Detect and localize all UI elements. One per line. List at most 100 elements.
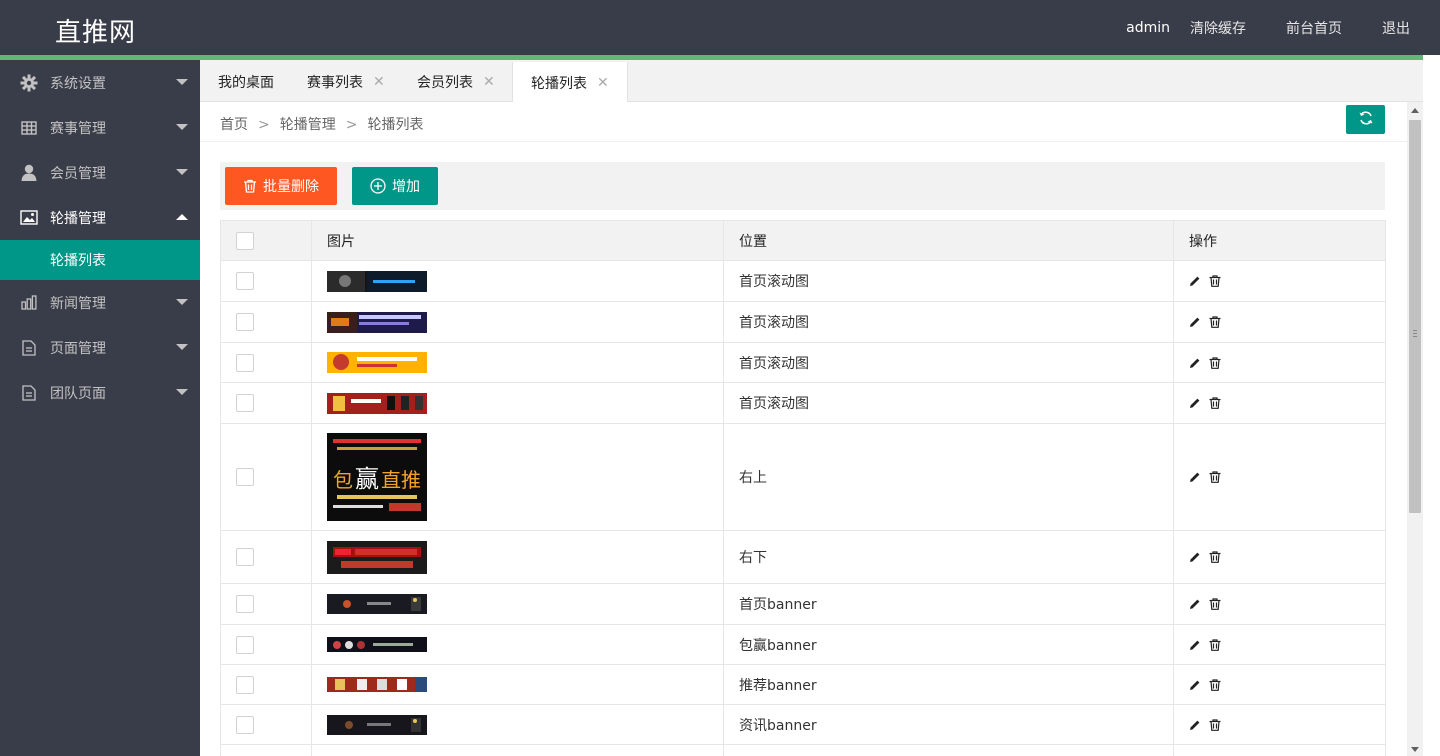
table-row[interactable]: 资讯banner [220,704,1386,745]
row-checkbox[interactable] [236,635,254,654]
refresh-icon [1358,110,1374,130]
position-cell: 右下 [723,530,1174,584]
banner-thumbnail[interactable] [327,392,427,414]
batch-delete-button[interactable]: 批量删除 [225,167,337,205]
edit-icon[interactable] [1189,357,1201,369]
breadcrumb-separator: > [258,117,270,133]
row-checkbox[interactable] [236,272,254,290]
image-cell [311,624,724,665]
sidebar-subitem-carousel-list[interactable]: 轮播列表 [0,240,200,280]
logout-link[interactable]: 退出 [1382,18,1410,38]
edit-icon[interactable] [1189,639,1201,651]
table-row[interactable]: 首页滚动图 [220,342,1386,383]
actions-cell [1173,423,1386,531]
sidebar-item-team-pages[interactable]: 团队页面 [0,370,200,415]
scroll-up-arrow-icon[interactable] [1411,108,1419,113]
row-checkbox[interactable] [236,675,254,694]
edit-icon[interactable] [1189,397,1201,409]
chevron-down-icon [176,79,188,85]
banner-thumbnail[interactable] [327,637,427,652]
delete-icon[interactable] [1209,316,1221,328]
row-checkbox[interactable] [236,394,254,412]
breadcrumb-current: 轮播列表 [367,117,424,133]
sidebar-item-pages[interactable]: 页面管理 [0,325,200,370]
row-select-cell [220,423,312,531]
row-checkbox[interactable] [236,353,254,372]
banner-thumbnail[interactable] [327,352,427,373]
image-cell [311,530,724,584]
table-row[interactable]: 首页banner [220,583,1386,625]
user-menu[interactable]: admin [1126,20,1170,36]
tab-member-list[interactable]: 会员列表 ✕ [399,62,513,102]
scrollbar-thumb[interactable] [1409,120,1421,513]
sidebar-item-events[interactable]: 赛事管理 [0,105,200,150]
edit-icon[interactable] [1189,551,1201,563]
position-cell: 首页滚动图 [723,301,1174,343]
edit-icon[interactable] [1189,316,1201,328]
banner-thumbnail[interactable] [327,311,427,333]
table-row[interactable]: 首页滚动图 [220,301,1386,343]
row-checkbox[interactable] [236,595,254,613]
position-cell: 首页滚动图 [723,260,1174,302]
delete-icon[interactable] [1209,471,1221,483]
vertical-scrollbar[interactable] [1407,102,1423,756]
delete-icon[interactable] [1209,718,1221,731]
add-button[interactable]: 增加 [352,167,438,205]
close-icon[interactable]: ✕ [483,74,495,90]
edit-icon[interactable] [1189,719,1201,731]
delete-icon[interactable] [1209,356,1221,369]
logo[interactable]: 直推网 [55,12,136,49]
image-cell: 包赢直推 [311,423,724,531]
table-row[interactable]: 首页滚动图 [220,260,1386,302]
edit-icon[interactable] [1189,471,1201,483]
banner-thumbnail[interactable]: 包赢直推 [327,433,427,521]
table-row[interactable] [220,744,1386,756]
delete-icon[interactable] [1209,598,1221,610]
position-cell: 包赢banner [723,624,1174,665]
sidebar-item-carousel[interactable]: 轮播管理 [0,195,200,240]
tab-desktop[interactable]: 我的桌面 [200,62,292,102]
tab-event-list[interactable]: 赛事列表 ✕ [289,62,403,102]
row-checkbox[interactable] [236,313,254,331]
edit-icon[interactable] [1189,598,1201,610]
tab-carousel-list[interactable]: 轮播列表 ✕ [512,62,628,103]
banner-thumbnail[interactable] [327,270,427,292]
banner-thumbnail[interactable] [327,540,427,574]
sidebar-item-members[interactable]: 会员管理 [0,150,200,195]
banner-thumbnail[interactable] [327,594,427,614]
banner-thumbnail[interactable] [327,677,427,692]
position-cell [723,744,1174,756]
row-select-cell [220,624,312,665]
select-all-checkbox[interactable] [236,231,254,250]
breadcrumb-home[interactable]: 首页 [220,117,248,133]
row-checkbox[interactable] [236,715,254,734]
edit-icon[interactable] [1189,275,1201,287]
table-row[interactable]: 右下 [220,530,1386,584]
sidebar-item-news[interactable]: 新闻管理 [0,280,200,325]
actions-cell [1173,530,1386,584]
delete-icon[interactable] [1209,638,1221,651]
row-checkbox[interactable] [236,468,254,486]
close-icon[interactable]: ✕ [373,74,385,90]
delete-icon[interactable] [1209,551,1221,563]
sidebar-item-label: 系统设置 [50,75,106,92]
delete-icon[interactable] [1209,397,1221,409]
close-icon[interactable]: ✕ [597,75,609,91]
delete-icon[interactable] [1209,678,1221,691]
tab-label: 赛事列表 [307,75,363,91]
delete-icon[interactable] [1209,275,1221,287]
table-row[interactable]: 包赢banner [220,624,1386,665]
refresh-button[interactable] [1346,105,1385,134]
row-checkbox[interactable] [236,548,254,566]
sidebar-item-system-settings[interactable]: 系统设置 [0,60,200,105]
banner-thumbnail[interactable] [327,714,427,735]
breadcrumb-carousel-manage[interactable]: 轮播管理 [280,117,336,133]
scroll-down-arrow-icon[interactable] [1411,747,1419,752]
clear-cache-link[interactable]: 清除缓存 [1190,18,1246,38]
actions-cell [1173,301,1386,343]
table-row[interactable]: 首页滚动图 [220,382,1386,424]
table-row[interactable]: 包赢直推 右上 [220,423,1386,531]
front-home-link[interactable]: 前台首页 [1286,18,1342,38]
edit-icon[interactable] [1189,679,1201,691]
table-row[interactable]: 推荐banner [220,664,1386,705]
